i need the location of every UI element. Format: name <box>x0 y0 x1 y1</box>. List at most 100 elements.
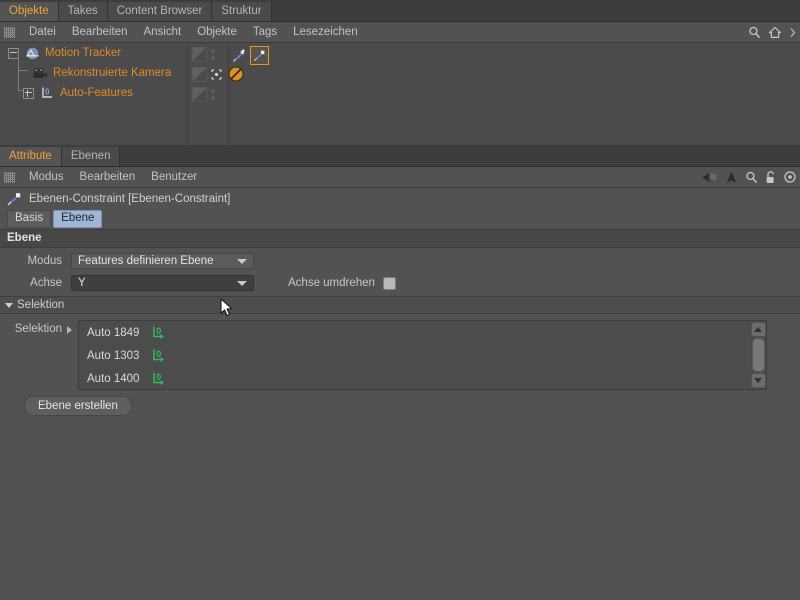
ebenen-constraint-icon <box>6 191 23 207</box>
tree-item-label: Rekonstruierte Kamera <box>53 67 172 79</box>
list-item[interactable]: Auto 1400 0 <box>79 367 766 389</box>
tab-attribute[interactable]: Attribute <box>0 147 62 166</box>
selection-item-label: Auto 1303 <box>87 349 140 362</box>
tree-item-label: Auto-Features <box>60 87 133 99</box>
tab-takes[interactable]: Takes <box>58 2 108 21</box>
tab-objekte[interactable]: Objekte <box>0 2 59 21</box>
attribute-manager-menubar: Modus Bearbeiten Benutzer <box>0 167 800 188</box>
menu-datei[interactable]: Datei <box>21 22 64 42</box>
label-modus: Modus <box>27 255 62 267</box>
menubar-grip[interactable] <box>4 26 15 38</box>
visibility-dots-icon[interactable] <box>211 88 216 101</box>
menu-modus[interactable]: Modus <box>21 167 72 187</box>
label-achse: Achse <box>30 277 62 289</box>
menu-tags[interactable]: Tags <box>245 22 285 42</box>
achse-dropdown[interactable]: Y <box>71 275 254 291</box>
menu-bearbeiten[interactable]: Bearbeiten <box>72 167 144 187</box>
selection-field-row: Selektion Auto 1849 0 Auto 1303 0 Auto 1… <box>0 320 800 390</box>
object-manager-toolbar <box>748 22 796 42</box>
visibility-dots-icon[interactable] <box>211 48 216 61</box>
object-property-tabs: Basis Ebene <box>0 209 800 229</box>
modus-value: Features definieren Ebene <box>78 255 214 267</box>
object-manager-panel: Objekte Takes Content Browser Struktur D… <box>0 0 800 147</box>
scroll-down-button[interactable] <box>750 373 766 388</box>
motion-tracker-tag-icon[interactable] <box>231 48 247 64</box>
create-button-row: Ebene erstellen <box>24 396 800 416</box>
menu-ansicht[interactable]: Ansicht <box>135 22 189 42</box>
group-header-ebene: Ebene <box>0 229 800 248</box>
tab-basis[interactable]: Basis <box>7 210 52 228</box>
tree-row[interactable]: Rekonstruierte Kamera <box>0 53 800 83</box>
circle-icon[interactable] <box>784 171 796 183</box>
modus-dropdown[interactable]: Features definieren Ebene <box>71 253 254 269</box>
tree-item-label: Motion Tracker <box>45 47 122 59</box>
attribute-title-text: Ebenen-Constraint [Ebenen-Constraint] <box>29 192 231 205</box>
protection-tag-icon[interactable] <box>228 66 244 82</box>
attribute-manager-toolbar <box>701 167 796 187</box>
tab-ebenen[interactable]: Ebenen <box>61 147 121 166</box>
attribute-object-title: Ebenen-Constraint [Ebenen-Constraint] <box>0 188 800 209</box>
menu-lesezeichen[interactable]: Lesezeichen <box>285 22 366 42</box>
feature-axis-icon: 0 <box>151 325 167 340</box>
back-arrow-icon[interactable] <box>701 171 718 184</box>
search-icon[interactable] <box>745 171 758 184</box>
selection-item-label: Auto 1849 <box>87 326 140 339</box>
feature-axis-icon: 0 <box>151 348 167 363</box>
achse-value: Y <box>78 277 86 289</box>
camera-icon <box>32 67 48 80</box>
ebenen-constraint-tag-icon[interactable] <box>250 46 269 65</box>
home-icon[interactable] <box>768 26 782 39</box>
achse-umdrehen-checkbox[interactable] <box>382 276 396 290</box>
expander-plus-icon[interactable] <box>23 87 34 99</box>
tag-cell-motion-tracker[interactable] <box>231 46 269 65</box>
menu-bearbeiten[interactable]: Bearbeiten <box>64 22 136 42</box>
triangle-down-icon <box>5 302 13 308</box>
svg-text:0: 0 <box>45 88 50 97</box>
visibility-cell[interactable] <box>192 47 216 62</box>
svg-text:0: 0 <box>157 326 162 336</box>
scroll-up-button[interactable] <box>750 322 766 337</box>
lock-icon[interactable] <box>765 170 777 184</box>
tree-row[interactable]: 0 Auto-Features <box>0 53 800 103</box>
chevron-right-icon[interactable] <box>789 27 796 38</box>
visibility-toggle-icon[interactable] <box>192 67 207 82</box>
visibility-cell[interactable] <box>192 87 216 102</box>
list-item[interactable]: Auto 1849 0 <box>79 321 766 344</box>
menubar-grip[interactable] <box>4 171 15 183</box>
ebene-erstellen-button[interactable]: Ebene erstellen <box>24 396 132 416</box>
crosshair-icon[interactable] <box>211 69 222 80</box>
triangle-right-icon[interactable] <box>67 326 72 334</box>
chevron-down-icon <box>237 259 247 264</box>
visibility-toggle-icon[interactable] <box>192 87 207 102</box>
tree-guide <box>18 53 23 91</box>
cinema4d-window: Objekte Takes Content Browser Struktur D… <box>0 0 800 600</box>
menu-objekte[interactable]: Objekte <box>189 22 245 42</box>
svg-text:0: 0 <box>157 372 162 382</box>
up-arrow-icon[interactable] <box>725 171 738 184</box>
property-row-modus: Modus Features definieren Ebene <box>0 250 800 272</box>
selection-scrollbar[interactable] <box>750 322 766 388</box>
chevron-down-icon <box>237 281 247 286</box>
section-header-selektion[interactable]: Selektion <box>0 296 800 314</box>
visibility-cell[interactable] <box>192 67 222 82</box>
selection-item-label: Auto 1400 <box>87 372 140 385</box>
tree-row[interactable]: Motion Tracker <box>0 43 800 63</box>
label-achse-umdrehen: Achse umdrehen <box>288 277 375 289</box>
search-icon[interactable] <box>748 26 761 39</box>
tab-struktur[interactable]: Struktur <box>212 2 272 21</box>
selection-listbox[interactable]: Auto 1849 0 Auto 1303 0 Auto 1400 0 <box>78 320 767 390</box>
list-item[interactable]: Auto 1303 0 <box>79 344 766 367</box>
property-row-achse: Achse Y Achse umdrehen <box>0 272 800 294</box>
auto-features-icon: 0 <box>40 86 55 100</box>
menu-benutzer[interactable]: Benutzer <box>143 167 205 187</box>
scrollbar-thumb[interactable] <box>751 338 765 372</box>
tab-content-browser[interactable]: Content Browser <box>107 2 213 21</box>
feature-axis-icon: 0 <box>151 371 167 386</box>
section-label-selektion: Selektion <box>17 299 65 311</box>
visibility-toggle-icon[interactable] <box>192 47 207 62</box>
object-manager-tabbar: Objekte Takes Content Browser Struktur <box>0 0 800 22</box>
tag-cell-protection[interactable] <box>228 66 244 82</box>
tab-ebene[interactable]: Ebene <box>53 210 103 228</box>
attribute-manager-tabbar: Attribute Ebenen <box>0 145 800 167</box>
object-tree: Motion Tracker Rekonstruierte Kamera 0 A… <box>0 43 800 147</box>
